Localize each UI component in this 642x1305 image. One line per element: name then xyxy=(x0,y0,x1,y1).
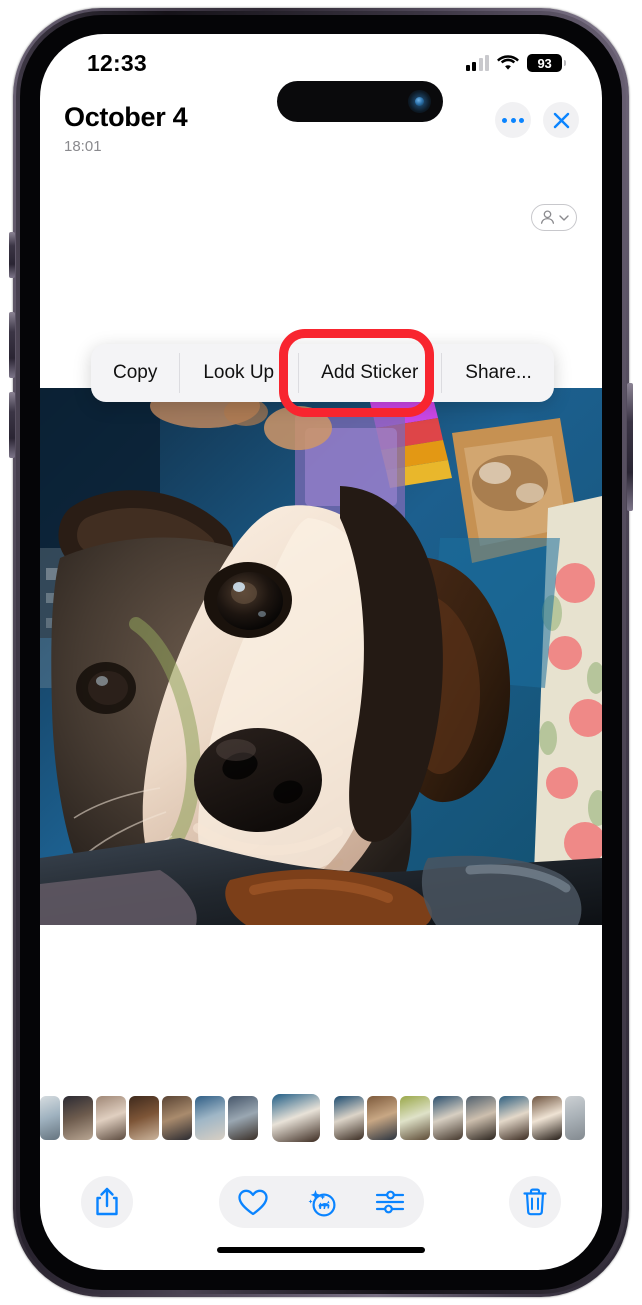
favorite-button[interactable] xyxy=(238,1189,268,1216)
volume-down-button[interactable] xyxy=(9,392,15,458)
thumbnail-9[interactable] xyxy=(334,1096,364,1140)
heart-icon xyxy=(238,1189,268,1215)
context-menu-item-add-sticker[interactable]: Add Sticker xyxy=(298,344,441,402)
thumbnail-11[interactable] xyxy=(400,1096,430,1140)
thumbnail-14[interactable] xyxy=(499,1096,529,1140)
context-menu-item-share[interactable]: Share... xyxy=(441,344,554,402)
thumbnail-12[interactable] xyxy=(433,1096,463,1140)
thumbnail-5[interactable] xyxy=(162,1096,192,1140)
dynamic-island[interactable] xyxy=(277,81,443,122)
chevron-down-icon xyxy=(558,214,569,221)
home-indicator[interactable] xyxy=(217,1247,425,1253)
context-menu: Copy Look Up Add Sticker Share... xyxy=(91,344,554,402)
context-menu-item-copy[interactable]: Copy xyxy=(91,344,179,402)
main-photo[interactable] xyxy=(40,388,602,925)
thumbnail-4[interactable] xyxy=(129,1096,159,1140)
status-indicators: 93 xyxy=(465,54,566,72)
thumbnail-2[interactable] xyxy=(63,1096,93,1140)
status-time: 12:33 xyxy=(87,50,147,76)
thumbnail-13[interactable] xyxy=(466,1096,496,1140)
thumbnail-10[interactable] xyxy=(367,1096,397,1140)
people-identify-button[interactable] xyxy=(531,204,577,231)
page-title: October 4 xyxy=(64,102,188,132)
visual-lookup-dog-icon xyxy=(308,1190,336,1217)
action-button[interactable] xyxy=(9,232,15,278)
close-x-icon xyxy=(553,112,569,128)
power-button[interactable] xyxy=(627,383,633,511)
photo-time: 18:01 xyxy=(64,138,102,155)
header-actions xyxy=(495,102,579,138)
photo-actions-pill xyxy=(219,1176,424,1228)
adjustments-sliders-icon xyxy=(376,1190,405,1214)
visual-lookup-button[interactable] xyxy=(305,1187,337,1217)
photo-toolbar xyxy=(40,1172,602,1232)
cellular-signal-icon xyxy=(465,55,489,71)
phone-screen: 12:33 93 October 4 18:01 Copy Look Up Ad… xyxy=(40,34,602,1270)
thumbnail-15[interactable] xyxy=(532,1096,562,1140)
front-camera-lens xyxy=(408,90,431,113)
screenshot-stage: 12:33 93 October 4 18:01 Copy Look Up Ad… xyxy=(0,0,642,1305)
battery-percent: 93 xyxy=(537,55,552,71)
share-icon xyxy=(96,1187,118,1216)
thumbnail-3[interactable] xyxy=(96,1096,126,1140)
thumbnail-1[interactable] xyxy=(40,1096,60,1140)
photo-filmstrip[interactable] xyxy=(40,1092,602,1144)
wifi-icon xyxy=(497,55,519,70)
share-button[interactable] xyxy=(81,1176,133,1228)
context-menu-item-look-up[interactable]: Look Up xyxy=(179,344,298,402)
thumbnail-7[interactable] xyxy=(228,1096,258,1140)
person-icon xyxy=(540,210,554,224)
delete-button[interactable] xyxy=(509,1176,561,1228)
volume-up-button[interactable] xyxy=(9,312,15,378)
adjust-button[interactable] xyxy=(375,1189,405,1215)
thumbnail-16[interactable] xyxy=(565,1096,585,1140)
thumbnail-6[interactable] xyxy=(195,1096,225,1140)
ellipsis-icon xyxy=(502,117,524,123)
trash-icon xyxy=(523,1188,547,1216)
battery-icon: 93 xyxy=(527,54,566,72)
close-button[interactable] xyxy=(543,102,579,138)
thumbnail-selected[interactable] xyxy=(272,1094,320,1142)
more-options-button[interactable] xyxy=(495,102,531,138)
